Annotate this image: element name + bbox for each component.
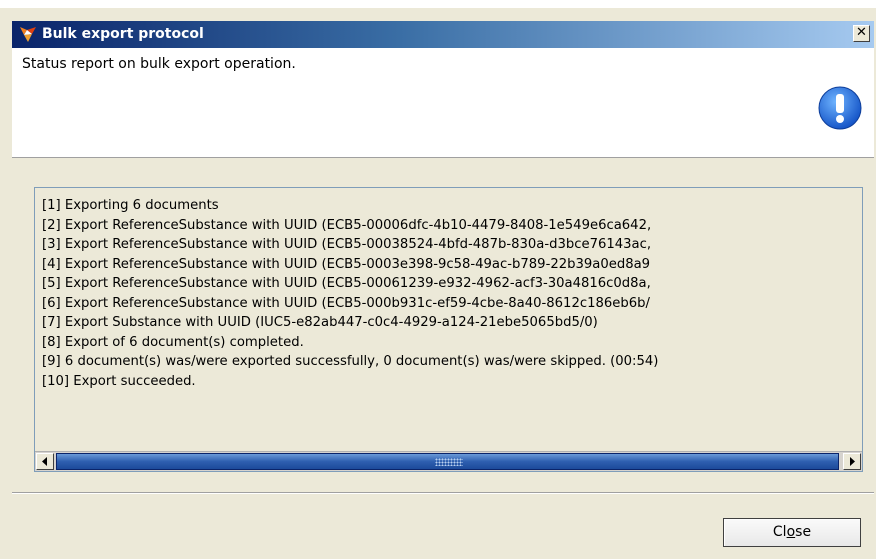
close-button[interactable]: Close (723, 518, 861, 547)
log-line: [5] Export ReferenceSubstance with UUID … (42, 276, 651, 291)
scroll-right-button[interactable] (843, 453, 861, 470)
log-line: [9] 6 document(s) was/were exported succ… (42, 354, 659, 369)
log-line: [2] Export ReferenceSubstance with UUID … (42, 217, 652, 233)
header-panel: Status report on bulk export operation. (12, 48, 874, 158)
dialog-window: Bulk export protocol ✕ Status report on … (0, 8, 876, 559)
footer-separator (12, 492, 874, 494)
status-message: Status report on bulk export operation. (22, 56, 296, 72)
horizontal-scrollbar[interactable] (35, 451, 862, 471)
log-lines: [1] Exporting 6 documents [2] Export Refe… (42, 196, 862, 391)
title-bar[interactable]: Bulk export protocol ✕ (12, 21, 874, 48)
info-exclamation-icon (818, 86, 862, 130)
log-line: [10] Export succeeded. (42, 373, 196, 389)
log-line: [4] Export ReferenceSubstance with UUID … (42, 256, 651, 272)
app-logo-icon (20, 27, 36, 42)
log-line: [1] Exporting 6 documents (42, 198, 219, 213)
grip-icon (435, 458, 463, 466)
close-button-label-pre: Cl (772, 524, 787, 540)
log-line: [7] Export Substance with UUID (IUC5-e82… (42, 315, 598, 330)
arrow-left-icon (42, 457, 47, 466)
scroll-left-button[interactable] (36, 453, 54, 470)
log-line: [6] Export ReferenceSubstance with UUID … (42, 295, 650, 311)
scroll-thumb[interactable] (56, 453, 839, 470)
close-button-label-post: se (795, 524, 812, 540)
window-title: Bulk export protocol (42, 26, 204, 42)
close-button-mnemonic: o (786, 524, 796, 540)
arrow-right-icon (850, 457, 855, 466)
log-line: [3] Export ReferenceSubstance with UUID … (42, 237, 652, 252)
window-close-button[interactable]: ✕ (853, 25, 870, 42)
log-line: [8] Export of 6 document(s) completed. (42, 334, 304, 350)
log-panel[interactable]: [1] Exporting 6 documents [2] Export Refe… (34, 187, 863, 472)
